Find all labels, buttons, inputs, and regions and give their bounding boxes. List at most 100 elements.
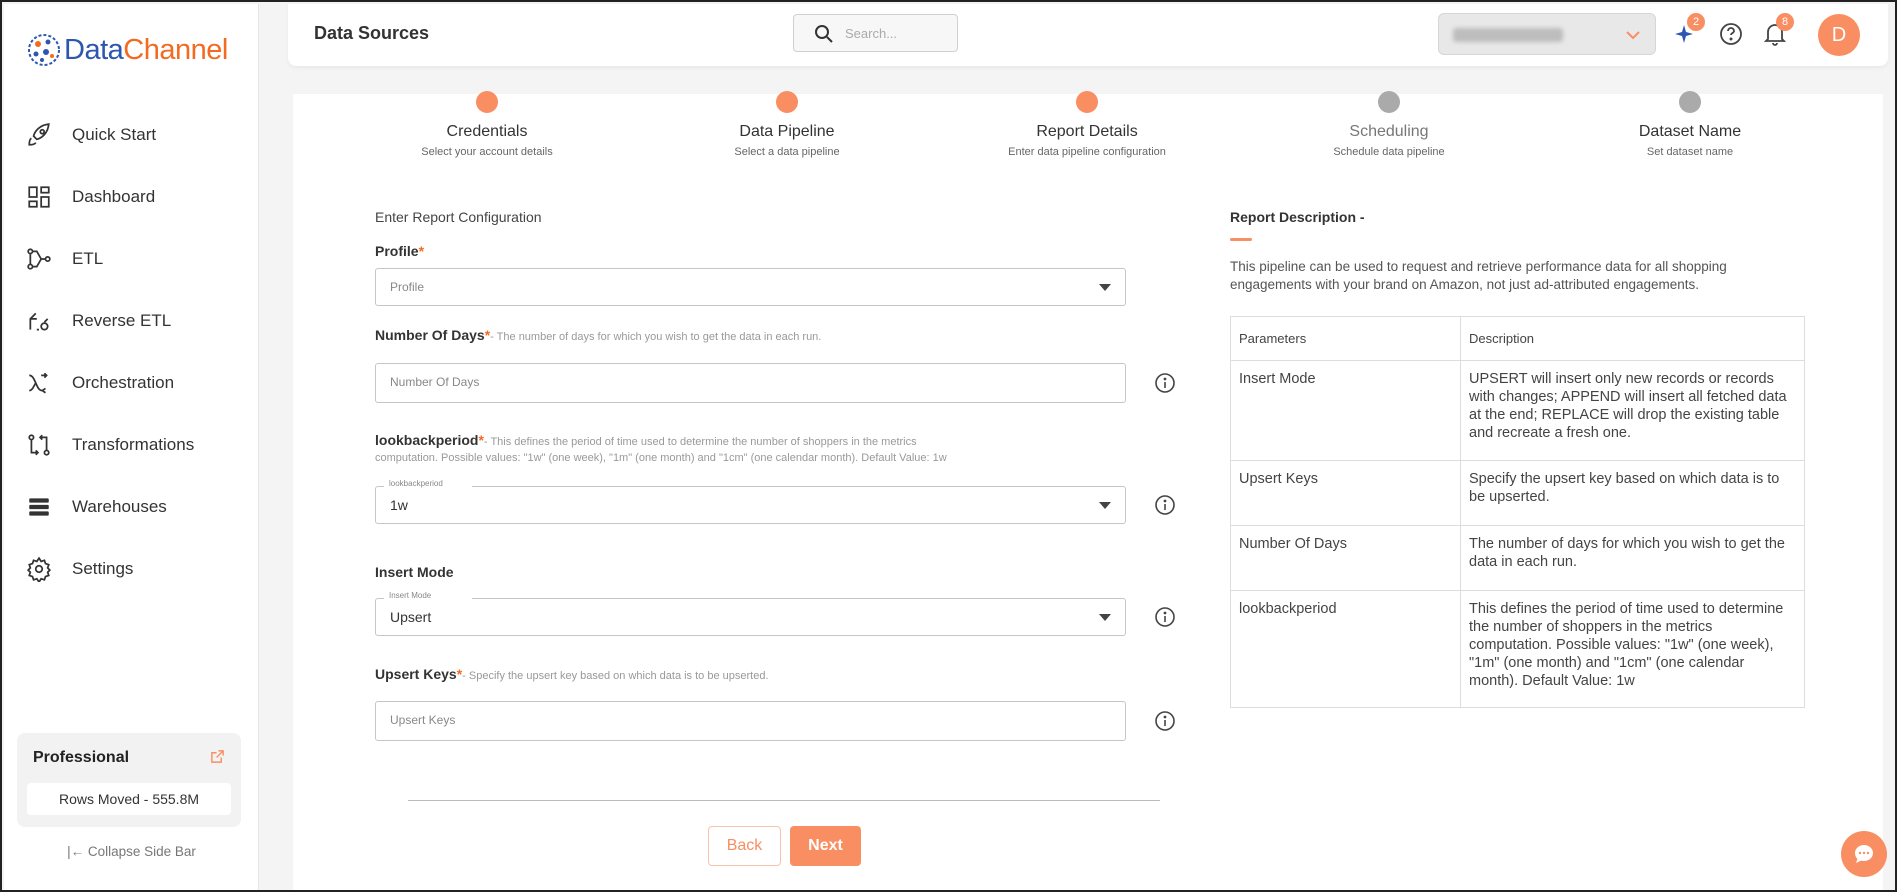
param-cell: Insert Mode bbox=[1230, 360, 1461, 461]
caret-down-icon bbox=[1099, 284, 1111, 291]
logo-mark-icon bbox=[26, 32, 62, 68]
lookbackperiod-hint: computation. Possible values: "1w" (one … bbox=[375, 452, 947, 464]
insert-mode-label: Insert Mode bbox=[375, 564, 454, 580]
lookbackperiod-label: lookbackperiod*- This defines the period… bbox=[375, 432, 917, 448]
collapse-icon: |← bbox=[67, 844, 88, 859]
warehouses-icon bbox=[29, 498, 49, 516]
collapse-sidebar-button[interactable]: |← Collapse Side Bar bbox=[4, 844, 259, 859]
external-link-icon[interactable] bbox=[210, 749, 225, 764]
desc-cell: UPSERT will insert only new records or r… bbox=[1460, 360, 1805, 461]
table-row: lookbackperiod This defines the period o… bbox=[1230, 590, 1805, 708]
profile-placeholder: Profile bbox=[390, 280, 425, 294]
workspace-select[interactable] bbox=[1438, 13, 1656, 55]
insert-mode-legend: Insert Mode bbox=[384, 591, 472, 600]
logo[interactable]: DataChannel bbox=[26, 32, 228, 68]
title-underline bbox=[1230, 238, 1252, 241]
info-icon[interactable] bbox=[1154, 710, 1176, 732]
step-credentials[interactable]: Credentials Select your account details bbox=[367, 91, 607, 158]
etl-icon bbox=[27, 248, 51, 270]
step-title: Data Pipeline bbox=[739, 123, 835, 140]
table-row: Upsert Keys Specify the upsert key based… bbox=[1230, 460, 1805, 526]
number-of-days-label: Number Of Days*- The number of days for … bbox=[375, 327, 822, 343]
step-title: Report Details bbox=[1036, 123, 1138, 140]
table-header-row: Parameters Description bbox=[1230, 316, 1805, 361]
param-cell: lookbackperiod bbox=[1230, 590, 1461, 708]
sidebar-item-etl[interactable]: ETL bbox=[4, 228, 259, 290]
sidebar-nav: Quick Start Dashboard ETL Reverse ETL Or… bbox=[4, 104, 259, 600]
main-panel: Credentials Select your account details … bbox=[293, 91, 1883, 890]
help-button[interactable] bbox=[1718, 21, 1744, 47]
back-button[interactable]: Back bbox=[708, 826, 781, 866]
plan-title: Professional bbox=[33, 749, 130, 766]
chat-support-button[interactable] bbox=[1841, 831, 1887, 877]
next-button[interactable]: Next bbox=[790, 826, 861, 866]
notifications-button[interactable]: 8 bbox=[1762, 13, 1794, 47]
info-icon[interactable] bbox=[1154, 372, 1176, 394]
step-dot bbox=[1679, 91, 1701, 113]
sidebar: DataChannel Quick Start Dashboard ETL Re… bbox=[4, 4, 259, 890]
upsert-keys-input[interactable]: Upsert Keys bbox=[375, 701, 1126, 741]
number-of-days-placeholder: Number Of Days bbox=[390, 375, 480, 389]
chevron-down-icon bbox=[1626, 31, 1640, 40]
sidebar-item-label: Transformations bbox=[72, 435, 195, 454]
sidebar-item-label: Reverse ETL bbox=[72, 311, 172, 330]
sidebar-item-quick-start[interactable]: Quick Start bbox=[4, 104, 259, 166]
caret-down-icon bbox=[1099, 502, 1111, 509]
param-cell: Upsert Keys bbox=[1230, 460, 1461, 526]
column-header: Description bbox=[1460, 316, 1805, 361]
step-subtitle: Select a data pipeline bbox=[734, 146, 840, 158]
step-data-pipeline[interactable]: Data Pipeline Select a data pipeline bbox=[667, 91, 907, 158]
top-header: Data Sources Search... 2 8 D bbox=[288, 4, 1888, 66]
sidebar-item-orchestration[interactable]: Orchestration bbox=[4, 352, 259, 414]
plan-box: Professional Rows Moved - 555.8M bbox=[17, 733, 241, 827]
profile-label: Profile* bbox=[375, 243, 425, 259]
sidebar-item-transformations[interactable]: Transformations bbox=[4, 414, 259, 476]
table-row: Insert Mode UPSERT will insert only new … bbox=[1230, 360, 1805, 461]
gear-icon bbox=[26, 556, 52, 582]
sidebar-item-warehouses[interactable]: Warehouses bbox=[4, 476, 259, 538]
step-title: Dataset Name bbox=[1638, 123, 1742, 140]
avatar[interactable]: D bbox=[1818, 14, 1860, 56]
orchestration-icon bbox=[29, 372, 48, 394]
step-report-details[interactable]: Report Details Enter data pipeline confi… bbox=[967, 91, 1207, 158]
info-icon[interactable] bbox=[1154, 606, 1176, 628]
desc-cell: Specify the upsert key based on which da… bbox=[1460, 460, 1805, 526]
transformations-icon bbox=[28, 434, 50, 456]
sidebar-item-label: Settings bbox=[72, 559, 134, 578]
search-placeholder: Search... bbox=[845, 26, 898, 41]
sidebar-item-reverse-etl[interactable]: Reverse ETL bbox=[4, 290, 259, 352]
sidebar-item-label: ETL bbox=[72, 249, 104, 268]
notifications-badge: 8 bbox=[1776, 13, 1794, 31]
step-subtitle: Enter data pipeline configuration bbox=[1008, 146, 1166, 158]
ai-badge: 2 bbox=[1687, 13, 1705, 31]
page-title: Data Sources bbox=[314, 23, 430, 43]
sidebar-item-dashboard[interactable]: Dashboard bbox=[4, 166, 259, 228]
rows-moved: Rows Moved - 555.8M bbox=[27, 783, 231, 815]
ai-assistant-button[interactable]: 2 bbox=[1673, 13, 1705, 47]
app-frame: DataChannel Quick Start Dashboard ETL Re… bbox=[0, 0, 1897, 892]
step-dot bbox=[776, 91, 798, 113]
insert-mode-select[interactable]: Insert Mode Upsert bbox=[375, 591, 1126, 636]
search-icon bbox=[815, 25, 833, 43]
step-dataset-name[interactable]: Dataset Name Set dataset name bbox=[1570, 91, 1810, 158]
profile-select[interactable]: Profile bbox=[375, 268, 1126, 306]
report-description-title: Report Description - bbox=[1230, 209, 1365, 225]
lookbackperiod-select[interactable]: lookbackperiod 1w bbox=[375, 479, 1126, 524]
number-of-days-input[interactable]: Number Of Days bbox=[375, 363, 1126, 403]
step-scheduling[interactable]: Scheduling Schedule data pipeline bbox=[1269, 91, 1509, 158]
step-subtitle: Schedule data pipeline bbox=[1333, 146, 1445, 158]
step-title: Credentials bbox=[446, 123, 528, 140]
collapse-label: Collapse Side Bar bbox=[87, 844, 196, 859]
step-dot bbox=[476, 91, 498, 113]
upsert-keys-placeholder: Upsert Keys bbox=[390, 713, 456, 727]
sidebar-item-label: Warehouses bbox=[72, 497, 167, 516]
info-icon[interactable] bbox=[1154, 494, 1176, 516]
report-description-text: This pipeline can be used to request and… bbox=[1230, 259, 1727, 292]
caret-down-icon bbox=[1099, 614, 1111, 621]
lookbackperiod-legend: lookbackperiod bbox=[384, 479, 472, 488]
desc-cell: The number of days for which you wish to… bbox=[1460, 525, 1805, 591]
sidebar-item-settings[interactable]: Settings bbox=[4, 538, 259, 600]
search-input[interactable]: Search... bbox=[793, 14, 958, 52]
dashboard-icon bbox=[28, 186, 50, 208]
table-row: Number Of Days The number of days for wh… bbox=[1230, 525, 1805, 591]
